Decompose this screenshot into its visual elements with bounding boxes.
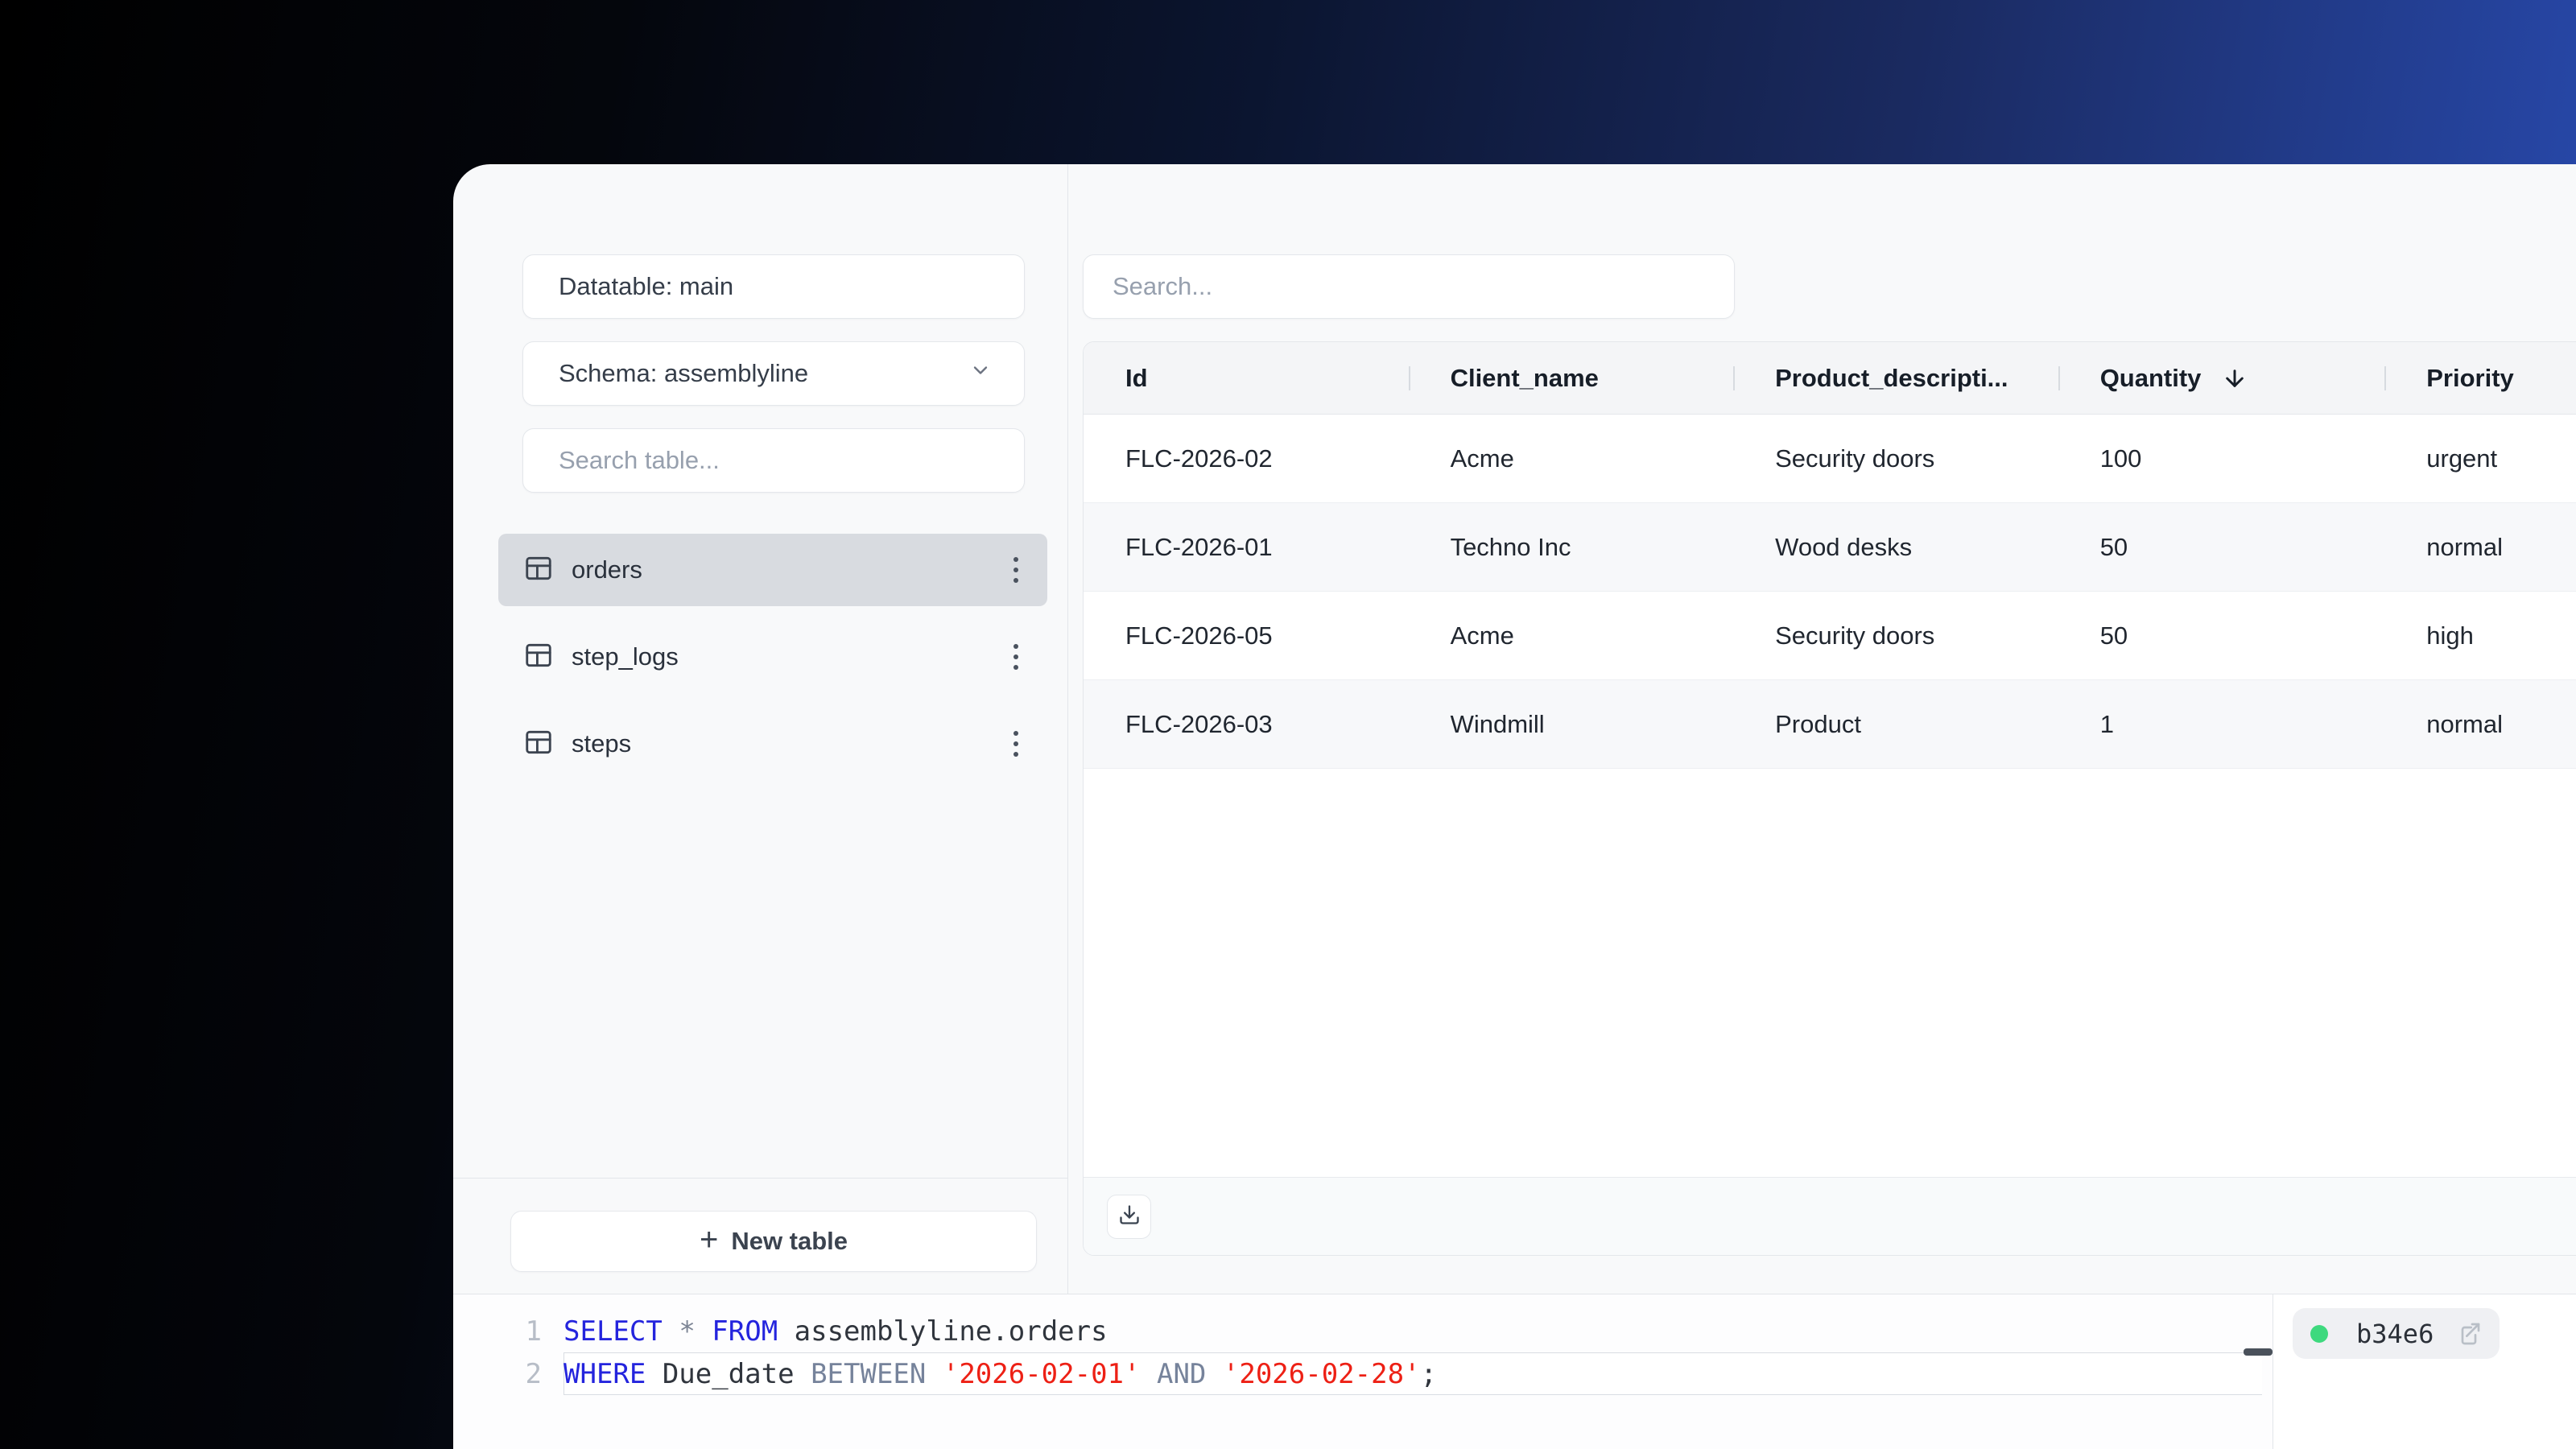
sidebar-item-step-logs[interactable]: step_logs [498, 621, 1047, 693]
cell-priority: normal [2426, 709, 2504, 738]
resize-grip-handle[interactable] [2244, 1348, 2273, 1356]
status-dot-icon [2310, 1324, 2328, 1343]
table-name: steps [572, 729, 632, 758]
cell-id: FLC-2026-03 [1125, 709, 1273, 738]
table-icon [523, 727, 554, 762]
cell-client-name: Windmill [1450, 709, 1545, 738]
datatable-label: Datatable: main [559, 272, 734, 300]
table-name: step_logs [572, 642, 679, 671]
table-icon [523, 640, 554, 675]
cell-product-description: Wood desks [1775, 532, 1913, 561]
data-table-card: Id Client_name Product_descripti... Quan… [1083, 341, 2576, 1256]
cell-priority: normal [2426, 532, 2504, 561]
download-icon [1118, 1203, 1141, 1230]
new-table-button[interactable]: + New table [510, 1211, 1037, 1272]
plus-icon: + [699, 1222, 719, 1257]
table-search-box [522, 428, 1025, 493]
sidebar-item-steps[interactable]: steps [498, 708, 1047, 780]
new-table-label: New table [731, 1227, 848, 1255]
download-button[interactable] [1107, 1194, 1151, 1239]
table-row[interactable]: FLC-2026-05 Acme Security doors 50 high [1084, 592, 2576, 680]
table-name: orders [572, 555, 642, 584]
schema-select[interactable]: Schema: assemblyline [522, 341, 1025, 406]
sql-editor[interactable]: 1 SELECT * FROM assemblyline.orders 2 WH… [453, 1294, 2273, 1449]
data-search-box [1083, 254, 1735, 319]
table-row[interactable]: FLC-2026-01 Techno Inc Wood desks 50 nor… [1084, 503, 2576, 592]
datatable-selector[interactable]: Datatable: main [522, 254, 1025, 319]
cell-client-name: Techno Inc [1450, 532, 1571, 561]
app-panel: Datatable: main Schema: assemblyline ord… [453, 164, 2576, 1449]
sort-desc-arrow-icon [2222, 365, 2248, 391]
table-search-input[interactable] [559, 446, 992, 475]
code-text: SELECT * FROM assemblyline.orders [564, 1315, 1108, 1348]
table-row[interactable]: FLC-2026-03 Windmill Product 1 normal [1084, 680, 2576, 769]
table-icon [523, 553, 554, 588]
cell-product-description: Product [1775, 709, 1861, 738]
code-line: 2 WHERE Due_date BETWEEN '2026-02-01' AN… [453, 1352, 2273, 1395]
cell-id: FLC-2026-01 [1125, 532, 1273, 561]
cell-id: FLC-2026-02 [1125, 444, 1273, 473]
column-header-client-name[interactable]: Client_name [1408, 342, 1734, 414]
line-number: 2 [525, 1357, 542, 1390]
cell-quantity: 1 [2099, 709, 2114, 738]
run-status-badge[interactable]: b34e6 [2293, 1308, 2500, 1359]
schema-label: Schema: assemblyline [559, 359, 809, 387]
table-footer [1084, 1177, 2576, 1255]
kebab-menu-icon[interactable] [1009, 552, 1023, 588]
cell-id: FLC-2026-05 [1125, 621, 1273, 650]
sidebar-footer-divider [453, 1178, 1067, 1179]
line-number: 1 [525, 1315, 542, 1348]
data-search-input[interactable] [1113, 272, 1705, 301]
chevron-down-icon [969, 359, 992, 388]
column-header-id[interactable]: Id [1084, 342, 1409, 414]
run-id: b34e6 [2356, 1318, 2434, 1349]
cell-product-description: Security doors [1775, 621, 1935, 650]
cell-priority: high [2426, 621, 2474, 650]
column-header-priority[interactable]: Priority [2384, 342, 2576, 414]
external-link-icon[interactable] [2456, 1321, 2482, 1347]
cell-quantity: 50 [2099, 621, 2128, 650]
cell-quantity: 100 [2099, 444, 2142, 473]
table-header-row: Id Client_name Product_descripti... Quan… [1084, 342, 2576, 415]
kebab-menu-icon[interactable] [1009, 726, 1023, 762]
column-header-quantity[interactable]: Quantity [2058, 342, 2385, 414]
code-text: WHERE Due_date BETWEEN '2026-02-01' AND … [564, 1357, 1437, 1390]
table-row[interactable]: FLC-2026-02 Acme Security doors 100 urge… [1084, 415, 2576, 503]
cell-client-name: Acme [1450, 444, 1514, 473]
cell-quantity: 50 [2099, 532, 2128, 561]
sidebar-divider [1067, 164, 1068, 1294]
cell-priority: urgent [2426, 444, 2498, 473]
cell-product-description: Security doors [1775, 444, 1935, 473]
column-header-product-description[interactable]: Product_descripti... [1733, 342, 2058, 414]
cell-client-name: Acme [1450, 621, 1514, 650]
kebab-menu-icon[interactable] [1009, 639, 1023, 675]
code-line: 1 SELECT * FROM assemblyline.orders [453, 1310, 2273, 1352]
sidebar-item-orders[interactable]: orders [498, 534, 1047, 606]
